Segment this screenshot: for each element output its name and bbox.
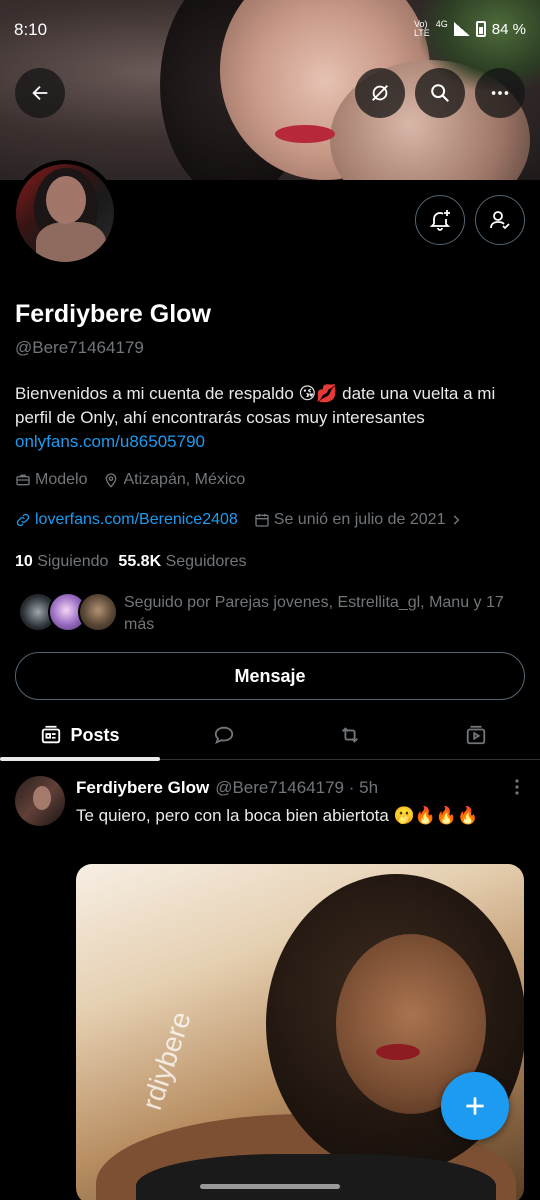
following-count-link[interactable]: 10 Siguiendo: [15, 553, 108, 571]
calendar-icon: [255, 514, 269, 527]
post-handle-time: @Bere71464179 · 5h: [215, 778, 379, 797]
following-button[interactable]: [475, 195, 525, 245]
notifications-button[interactable]: [415, 195, 465, 245]
vpn-icon: [372, 85, 388, 101]
post-header: Ferdiybere Glow @Bere71464179 · 5h: [76, 778, 378, 798]
compose-button[interactable]: [441, 1072, 509, 1140]
tab-media[interactable]: [436, 710, 516, 760]
avatar-face: [46, 176, 86, 224]
bio-text: Bienvenidos a mi cuenta de respaldo 😘💋 d…: [15, 384, 496, 427]
repost-icon: [342, 727, 358, 743]
home-indicator[interactable]: [200, 1184, 340, 1189]
battery-percent: 84 %: [491, 20, 526, 38]
followed-by-avatars: [18, 592, 118, 634]
volte-bottom-label: LTE: [413, 28, 430, 38]
reply-icon: [214, 726, 234, 745]
bell-plus-icon: [429, 210, 451, 231]
followers-count-link[interactable]: 55.8K Seguidores: [118, 553, 246, 571]
search-icon: [431, 84, 449, 102]
more-button[interactable]: [475, 68, 525, 118]
avatar[interactable]: [15, 776, 65, 826]
image-watermark: rdiybere: [136, 1007, 197, 1114]
volte-indicator: Vo) LTE: [414, 20, 430, 38]
media-icon: [466, 725, 486, 745]
following-label: Siguiendo: [37, 553, 109, 570]
tab-posts-label: Posts: [70, 724, 120, 745]
followed-by-text: Seguido por Parejas jovenes, Estrellita_…: [124, 594, 504, 633]
tab-reposts[interactable]: [310, 710, 390, 760]
person-check-icon: [490, 211, 510, 230]
posts-icon: [42, 725, 61, 744]
link-icon: [16, 513, 30, 527]
post-image[interactable]: rdiybere: [76, 864, 524, 1200]
followers-count: 55.8K: [118, 553, 162, 570]
avatar: [78, 592, 118, 632]
tab-active-indicator: [0, 757, 160, 761]
briefcase-icon: [16, 474, 30, 486]
following-count: 10: [15, 553, 33, 570]
network-type: 4G: [435, 19, 448, 29]
profile-avatar[interactable]: [12, 160, 118, 266]
tab-posts[interactable]: Posts: [0, 710, 160, 761]
profile-tabs: Posts: [0, 710, 540, 761]
banner-lips: [275, 125, 335, 143]
follow-counts: 10 Siguiendo 55.8K Seguidores: [15, 553, 247, 571]
profile-name: Ferdiybere Glow: [15, 300, 211, 328]
joined-item[interactable]: Se unió en julio de 2021: [254, 511, 464, 529]
tab-replies[interactable]: [184, 710, 264, 760]
battery-icon: [475, 21, 486, 37]
vertical-more-icon: [515, 779, 519, 795]
post-more-button[interactable]: [514, 778, 520, 801]
post-text: Te quiero, pero con la boca bien abierto…: [76, 806, 479, 825]
profession-item: Modelo: [15, 471, 87, 489]
vpn-button[interactable]: [355, 68, 405, 118]
location-label: Atizapán, México: [123, 471, 246, 488]
followers-label: Seguidores: [165, 553, 247, 570]
status-icons: Vo) LTE 4G 84 %: [414, 20, 526, 38]
more-icon: [491, 91, 509, 95]
post-image-lips: [376, 1044, 420, 1060]
followed-by[interactable]: Seguido por Parejas jovenes, Estrellita_…: [18, 592, 534, 636]
profile-meta-row: Modelo Atizapán, México: [15, 471, 255, 489]
bio-link[interactable]: onlyfans.com/u86505790: [15, 430, 530, 454]
website-item[interactable]: loverfans.com/Berenice2408: [15, 511, 238, 529]
website-link[interactable]: loverfans.com/Berenice2408: [35, 511, 238, 529]
avatar-image: [16, 164, 114, 262]
post-author-name[interactable]: Ferdiybere Glow: [76, 778, 209, 798]
search-button[interactable]: [415, 68, 465, 118]
back-arrow-icon: [32, 85, 48, 101]
profile-meta-row-2: loverfans.com/Berenice2408 Se unió en ju…: [15, 511, 473, 529]
location-item: Atizapán, México: [103, 471, 245, 489]
joined-label: Se unió en julio de 2021: [273, 511, 446, 528]
profession-label: Modelo: [35, 471, 88, 488]
profile-handle: @Bere71464179: [15, 338, 144, 357]
post-image-clothing: [136, 1154, 496, 1200]
back-button[interactable]: [15, 68, 65, 118]
status-time: 8:10: [14, 20, 48, 39]
chevron-right-icon: [454, 515, 460, 525]
avatar-body: [36, 222, 106, 262]
status-bar: 8:10 Vo) LTE 4G 84 %: [0, 0, 540, 60]
message-button[interactable]: Mensaje: [15, 652, 525, 700]
location-pin-icon: [106, 473, 117, 488]
plus-icon: [466, 1097, 484, 1115]
profile-bio: Bienvenidos a mi cuenta de respaldo 😘💋 d…: [15, 382, 530, 454]
signal-icon: [453, 22, 470, 36]
